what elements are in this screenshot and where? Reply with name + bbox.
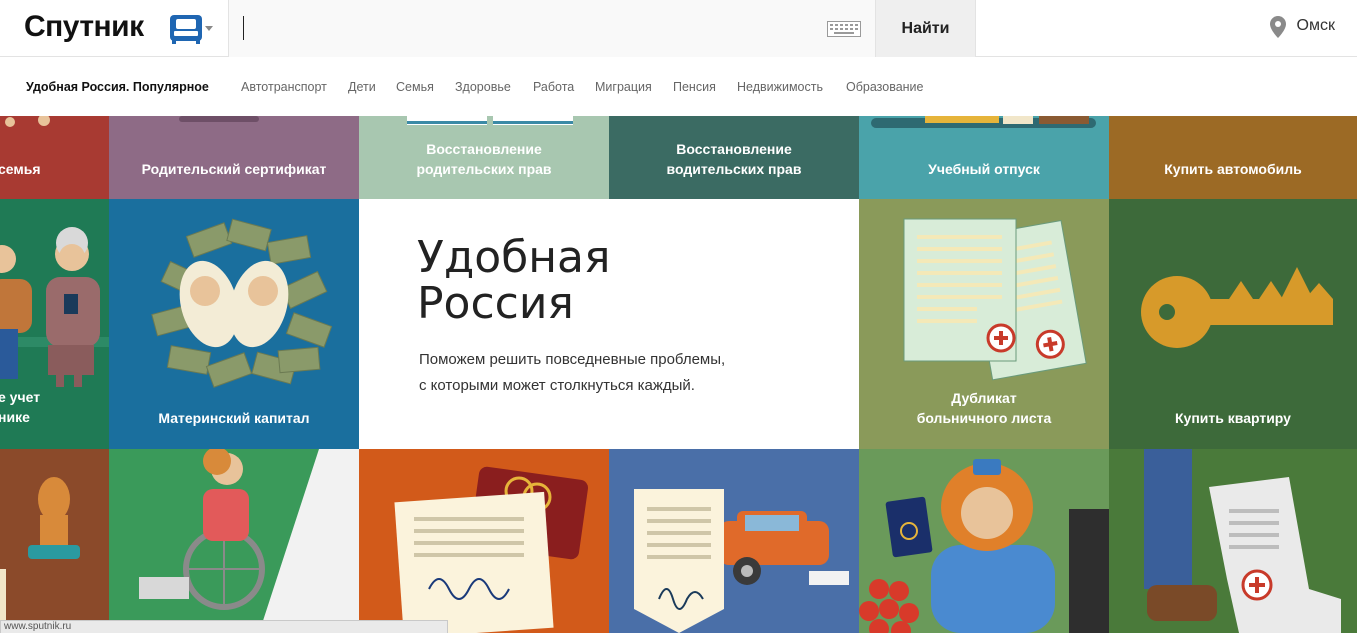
tile-study-leave[interactable]: Учебный отпуск (859, 116, 1109, 199)
tile-label: Купить автомобиль (1164, 161, 1302, 177)
car-document-illustration (634, 489, 849, 633)
tile-label: е учет нике (0, 389, 41, 425)
text-cursor (243, 16, 244, 40)
tile-label: Восстановление родительских прав (416, 141, 552, 177)
tile-buy-apartment[interactable]: Купить квартиру (1109, 199, 1357, 449)
nav-item-transport[interactable]: Автотранспорт (241, 80, 327, 94)
tile-buy-car[interactable]: Купить автомобиль (1109, 116, 1357, 199)
passport-officer-illustration (859, 459, 1109, 633)
desk-illustration (871, 116, 1096, 128)
certificate-illustration (179, 116, 259, 122)
tile-label: Купить квартиру (1175, 410, 1291, 426)
tile-label: Материнский капитал (158, 410, 310, 426)
map-pin-icon[interactable] (1270, 16, 1286, 38)
services-grid: семья Родительский сертификат Восстановл… (0, 116, 1357, 633)
promo-banner: Удобная Россия Поможем решить повседневн… (359, 199, 859, 449)
nav-item-migration[interactable]: Миграция (595, 80, 652, 94)
tile-label: Учебный отпуск (928, 161, 1040, 177)
wheelchair-illustration (139, 449, 359, 633)
category-nav: Удобная Россия. Популярное Автотранспорт… (0, 58, 1357, 116)
nav-item-realty[interactable]: Недвижимость (737, 80, 823, 94)
nav-item-education[interactable]: Образование (846, 80, 923, 94)
nav-item-popular[interactable]: Удобная Россия. Популярное (26, 80, 209, 94)
sofa-icon[interactable] (168, 11, 204, 45)
stamp-illustration (0, 477, 80, 633)
nav-item-health[interactable]: Здоровье (455, 80, 511, 94)
tile-label: семья (0, 161, 41, 177)
tile-family[interactable]: семья (0, 116, 109, 199)
city-selector[interactable]: Омск (1297, 17, 1335, 35)
tile-passport[interactable] (859, 449, 1109, 633)
tile-parent-certificate[interactable]: Родительский сертификат (109, 116, 359, 199)
tile-marriage[interactable] (359, 449, 609, 633)
marriage-documents-illustration (394, 466, 588, 633)
tile-restore-driving-rights[interactable]: Восстановление водительских прав (609, 116, 859, 199)
tile-restore-parental-rights[interactable]: Восстановление родительских прав (359, 116, 609, 199)
tile-disability[interactable] (109, 449, 359, 633)
promo-title: Удобная Россия (417, 232, 611, 329)
tile-car-documents[interactable] (609, 449, 859, 633)
promo-description: Поможем решить повседневные проблемы, с … (419, 351, 726, 394)
cast-leg-illustration (1144, 449, 1341, 633)
nav-item-family[interactable]: Семья (396, 80, 434, 94)
nav-item-pension[interactable]: Пенсия (673, 80, 716, 94)
keyboard-icon[interactable] (827, 21, 861, 37)
tile-registration[interactable]: е учет нике (0, 199, 109, 449)
tile-label: Восстановление водительских прав (666, 141, 802, 177)
tile-notary[interactable] (0, 449, 109, 633)
family-illustration (5, 116, 50, 127)
search-input[interactable] (229, 0, 819, 57)
tile-label: Дубликат больничного листа (916, 390, 1052, 426)
tile-sick-leave-duplicate[interactable]: Дубликат больничного листа (859, 199, 1109, 449)
tile-maternity-capital[interactable]: Материнский капитал (109, 199, 359, 449)
find-button[interactable]: Найти (876, 0, 976, 57)
nav-item-work[interactable]: Работа (533, 80, 574, 94)
search-box (228, 0, 876, 57)
tile-label: Родительский сертификат (141, 161, 327, 177)
sputnik-logo[interactable]: Спутник (24, 10, 144, 44)
tile-injury[interactable] (1109, 449, 1357, 633)
browser-status-bar: www.sputnik.ru (0, 620, 448, 633)
nav-item-children[interactable]: Дети (348, 80, 376, 94)
chevron-down-icon[interactable] (205, 26, 213, 31)
top-header: Спутник Найти Омск (0, 0, 1357, 57)
